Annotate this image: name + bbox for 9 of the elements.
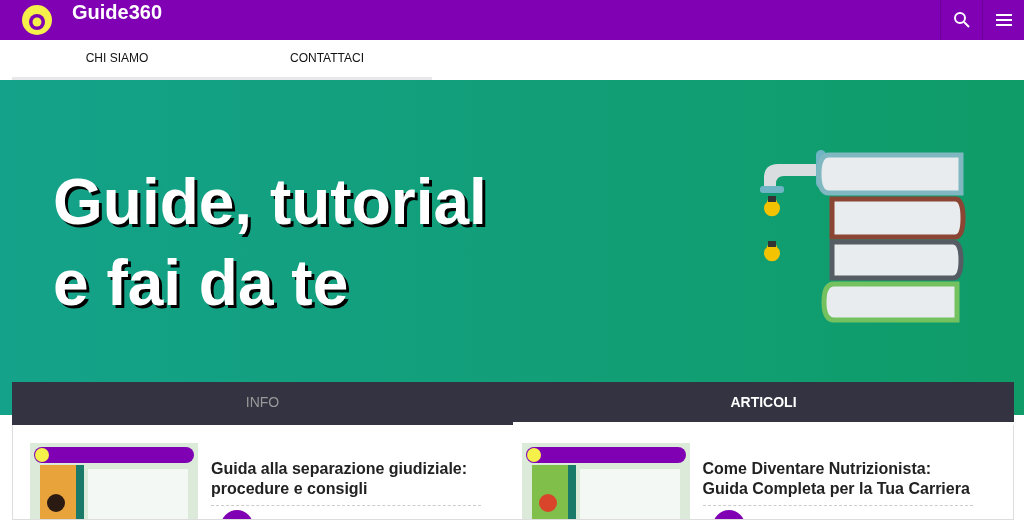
site-title[interactable]: Guide360 (72, 0, 163, 24)
tab[interactable]: ARTICOLI (513, 382, 1014, 425)
article-title[interactable]: Come Diventare Nutrizionista: Guida Completa per la Tua Carriera (702, 459, 973, 506)
nav-link[interactable]: CONTATTACI (222, 40, 432, 77)
nav-link[interactable]: CHI SIAMO (12, 40, 222, 77)
article-title[interactable]: Guida alla separazione giudiziale: procedure e consigli (211, 459, 481, 506)
hero-heading-line: e fai da te (53, 245, 350, 321)
tab[interactable]: INFO (12, 382, 513, 425)
hero-heading-line: Guide, tutorial (53, 164, 487, 240)
